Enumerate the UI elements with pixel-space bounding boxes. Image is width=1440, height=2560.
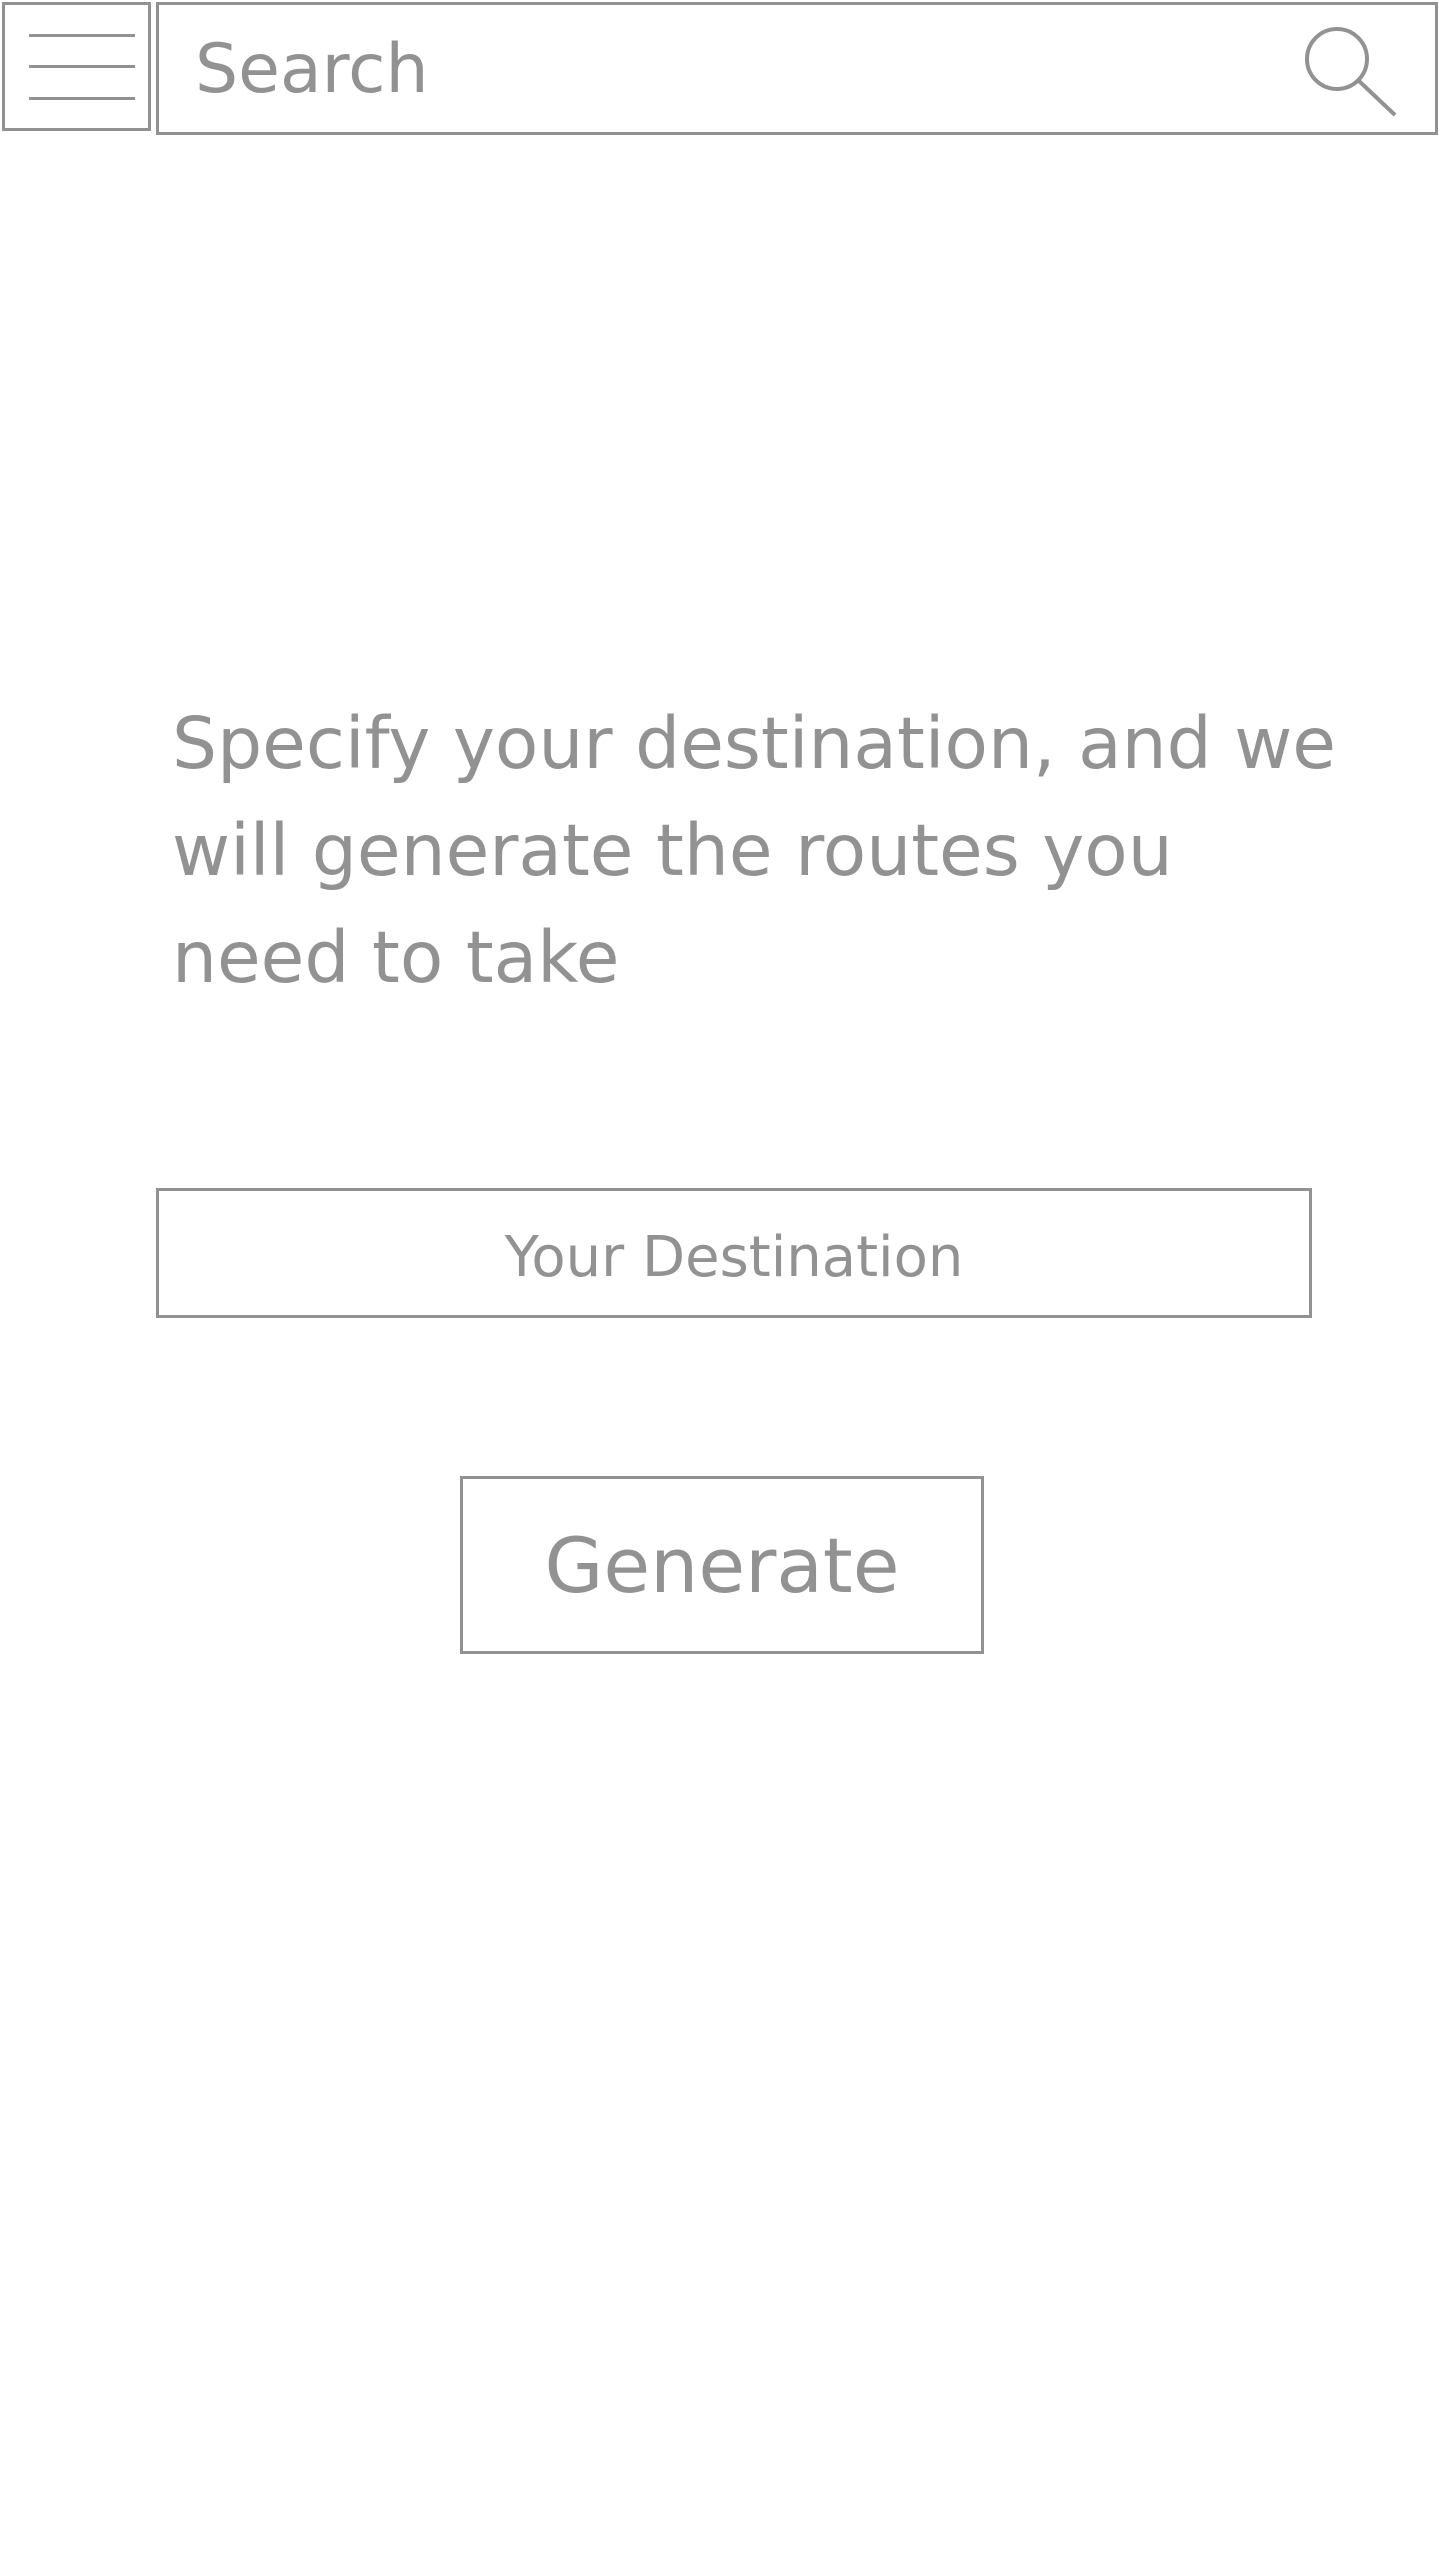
destination-field [156,1188,1312,1318]
menu-button[interactable] [2,2,151,131]
search-input[interactable] [195,19,1245,119]
search-bar [156,2,1438,135]
search-icon[interactable] [1305,23,1415,123]
menu-icon-line [29,97,135,100]
destination-input[interactable] [159,1191,1309,1315]
menu-icon-line [29,65,135,68]
intro-text: Specify your destination, and we will ge… [172,702,1336,999]
menu-icon-line [29,34,135,37]
search-icon-graphic [1305,27,1397,117]
generate-button[interactable]: Generate [460,1476,984,1654]
